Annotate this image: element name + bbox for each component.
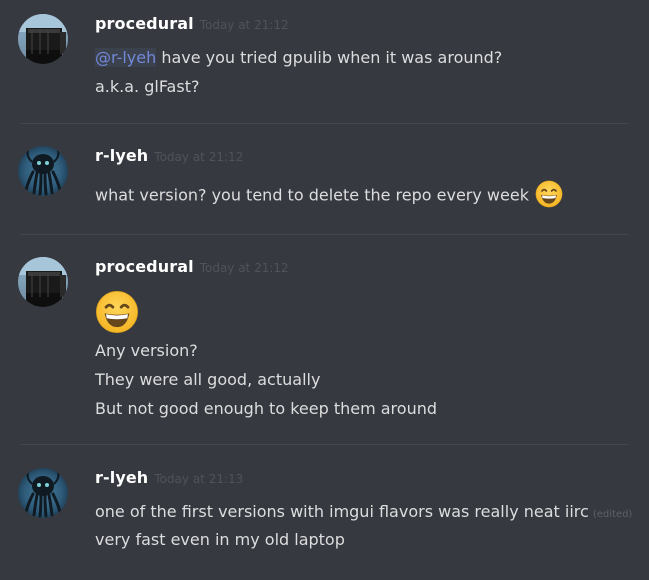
message-text: one of the first versions with imgui fla… (95, 502, 589, 521)
avatar-procedural[interactable] (18, 14, 68, 64)
timestamp: Today at 21:12 (199, 261, 289, 275)
edited-indicator: (edited) (592, 509, 633, 520)
message-header: procedural Today at 21:12 (95, 14, 289, 38)
message-line: Any version? (95, 341, 198, 360)
username[interactable]: procedural (95, 14, 194, 33)
message-list: procedural Today at 21:12 @r-lyeh have yo… (0, 0, 649, 580)
message-line: @r-lyeh have you tried gpulib when it wa… (95, 48, 502, 68)
message-line: a.k.a. glFast? (95, 77, 200, 96)
message-header: r-lyeh Today at 21:12 (95, 146, 243, 170)
timestamp: Today at 21:12 (199, 18, 289, 32)
message-text: what version? you tend to delete the rep… (95, 185, 529, 205)
message-divider (20, 234, 629, 235)
procedural-avatar-icon (18, 257, 68, 307)
cthulhu-avatar-icon (18, 146, 68, 196)
username[interactable]: procedural (95, 257, 194, 276)
avatar-procedural[interactable] (18, 257, 68, 307)
message-text: have you tried gpulib when it was around… (156, 48, 503, 67)
grinning-smile-emoji-icon[interactable] (535, 180, 563, 208)
timestamp: Today at 21:12 (154, 150, 244, 164)
avatar-r-lyeh[interactable] (18, 468, 68, 518)
message-divider (20, 444, 629, 445)
grinning-smile-emoji-icon[interactable] (95, 290, 139, 334)
message-line: They were all good, actually (95, 370, 321, 389)
message-line: But not good enough to keep them around (95, 399, 437, 418)
message-line: very fast even in my old laptop (95, 530, 345, 549)
message-divider (20, 123, 629, 124)
message-header: procedural Today at 21:12 (95, 257, 289, 281)
procedural-avatar-icon (18, 14, 68, 64)
username[interactable]: r-lyeh (95, 146, 148, 165)
message-line: one of the first versions with imgui fla… (95, 502, 632, 525)
avatar-r-lyeh[interactable] (18, 146, 68, 196)
username[interactable]: r-lyeh (95, 468, 148, 487)
cthulhu-avatar-icon (18, 468, 68, 518)
user-mention[interactable]: @r-lyeh (95, 48, 157, 67)
timestamp: Today at 21:13 (154, 472, 244, 486)
message-line: what version? you tend to delete the rep… (95, 180, 563, 210)
message-header: r-lyeh Today at 21:13 (95, 468, 243, 492)
